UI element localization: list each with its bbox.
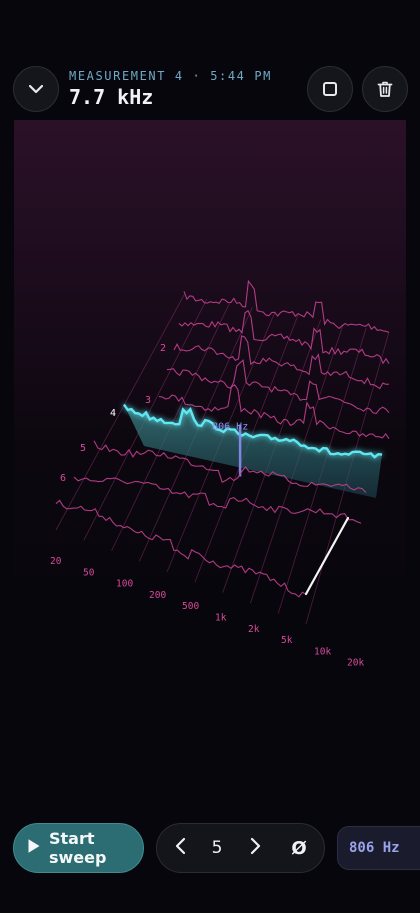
start-sweep-label: Start sweep [49, 829, 107, 867]
play-icon [27, 838, 41, 858]
trace-label: 6 [60, 473, 66, 484]
frequency-tick: 1k [215, 613, 227, 624]
stop-button[interactable] [307, 66, 353, 112]
frequency-tick: 5k [281, 635, 293, 646]
trace-line [166, 359, 390, 414]
marker-frequency-pill[interactable]: 806 Hz [337, 826, 420, 870]
grid-line [55, 294, 185, 531]
next-button[interactable] [237, 824, 273, 872]
start-sweep-button[interactable]: Start sweep [13, 823, 144, 873]
chevron-right-icon [248, 837, 262, 859]
page-number: 5 [211, 838, 223, 858]
chevron-left-icon [174, 837, 188, 859]
frequency-tick: 20 [50, 556, 62, 567]
previous-button[interactable] [163, 824, 199, 872]
bottom-controls: Start sweep 5 Ø 806 Hz [0, 820, 420, 876]
trash-icon [376, 80, 394, 98]
frequency-tick: 50 [83, 567, 95, 578]
trace-label: 2 [160, 343, 166, 354]
current-frequency: 7.7 kHz [69, 85, 154, 109]
sweep-cursor-line [304, 516, 350, 596]
waterfall-chart: 806 Hz 2 3 4 5 6 20 50 100 200 500 1k 2k 5k 10k 20k [50, 279, 390, 669]
trace-label: 4 [110, 408, 116, 419]
trace-label: 5 [80, 443, 86, 454]
frequency-tick: 10k [314, 646, 331, 657]
frequency-tick: 200 [149, 590, 166, 601]
frequency-tick: 2k [248, 624, 260, 635]
marker-label: 806 Hz [212, 422, 248, 433]
frequency-tick: 100 [116, 579, 133, 590]
waterfall-plot[interactable]: 806 Hz 2 3 4 5 6 20 50 100 200 500 1k 2k 5k 10k 20k [14, 120, 406, 680]
collapse-button[interactable] [13, 66, 59, 112]
trace-line [173, 335, 390, 390]
chevron-down-icon [27, 80, 45, 98]
delete-button[interactable] [362, 66, 408, 112]
trace-line [183, 279, 390, 333]
stop-square-icon [321, 80, 339, 98]
frequency-tick: 500 [182, 601, 199, 612]
trace-label: 3 [145, 395, 151, 406]
measurement-meta: MEASUREMENT 4 · 5:44 PM [69, 69, 272, 83]
measurement-pager: 5 Ø [156, 823, 325, 873]
frequency-tick: 20k [347, 658, 364, 669]
header: MEASUREMENT 4 · 5:44 PM 7.7 kHz [0, 0, 420, 120]
active-trace-fill [124, 404, 382, 498]
phase-toggle[interactable]: Ø [281, 824, 317, 872]
